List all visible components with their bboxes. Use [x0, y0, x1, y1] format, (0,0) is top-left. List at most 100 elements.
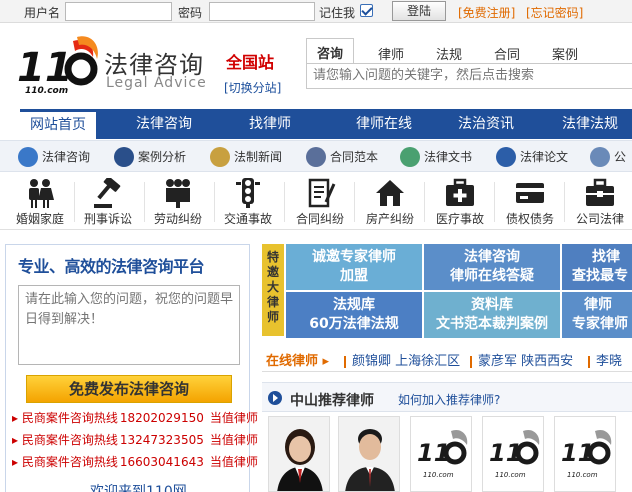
publish-consult-button[interactable]: 免费发布法律咨询 — [26, 375, 232, 403]
subnav-more[interactable]: 公 — [590, 146, 626, 168]
hotline-tag: 当值律师 — [209, 455, 258, 469]
site-header: 11 110.com 法律咨询 Legal Advice 全国站 [切换分站] … — [0, 23, 632, 107]
username-input[interactable] — [65, 2, 172, 21]
nav-laws[interactable]: 法律法规 — [548, 109, 632, 139]
subnav-legal-consult[interactable]: 法律咨询 — [18, 146, 90, 168]
lawyer-photo-placeholder[interactable]: 11 110.com — [482, 416, 544, 492]
logo-110-icon: 11110.com — [555, 417, 615, 491]
site-logo[interactable]: 11 110.com — [15, 35, 105, 96]
recommend-lawyers-header: 中山推荐律师 如何加入推荐律师? — [262, 382, 632, 412]
feature-tile-invite[interactable]: 诚邀专家律师 加盟 — [286, 244, 422, 290]
subnav-case-analysis[interactable]: 案例分析 — [114, 146, 186, 168]
nav-home[interactable]: 网站首页 — [20, 109, 96, 139]
category-bar: 婚姻家庭 刑事诉讼 劳动纠纷 交通事故 合同纠纷 房产纠纷 医疗事故 债权债务 … — [0, 174, 632, 230]
recommend-title: 中山推荐律师 — [290, 393, 374, 409]
category-marriage[interactable]: 婚姻家庭 — [4, 174, 76, 230]
category-medical[interactable]: 医疗事故 — [424, 174, 496, 230]
nav-lawyer-online[interactable]: 律师在线 — [336, 109, 432, 139]
hotline-label: 民商案件咨询热线 — [21, 411, 118, 425]
search-tabs: 咨询 律师 法规 合同 案例 — [306, 38, 632, 64]
search-tab-law[interactable]: 法规 — [436, 44, 462, 63]
play-icon: ▸ — [322, 354, 330, 369]
online-title-text: 在线律师 — [266, 354, 319, 369]
feature-tile-consult[interactable]: 法律咨询 律师在线答疑 — [424, 244, 560, 290]
forgot-password-link[interactable]: [忘记密码] — [526, 4, 583, 21]
search-input[interactable] — [307, 64, 627, 86]
join-recommend-link[interactable]: 如何加入推荐律师? — [398, 391, 500, 408]
main-nav: 网站首页 法律咨询 找律师 律师在线 法治资讯 法律法规 — [20, 109, 632, 139]
category-debt[interactable]: 债权债务 — [494, 174, 566, 230]
register-link[interactable]: [免费注册] — [458, 4, 515, 21]
svg-text:110.com: 110.com — [567, 471, 598, 479]
lawyer-avatar-icon — [339, 417, 399, 491]
remember-checkbox[interactable] — [360, 4, 373, 17]
sub-nav: 法律咨询 案例分析 法制新闻 合同范本 法律文书 法律论文 公 — [0, 140, 632, 172]
lawyer-photo[interactable] — [268, 416, 330, 492]
tile-line1: 法规库 — [333, 297, 375, 313]
category-label: 公司法律 — [575, 212, 624, 226]
subnav-contract-templates[interactable]: 合同范本 — [306, 146, 378, 168]
hotline-tag: 当值律师 — [209, 411, 258, 425]
pen-icon — [400, 146, 420, 167]
online-lawyer-name: 蒙彦军 陕西西安 — [478, 354, 574, 369]
category-traffic[interactable]: 交通事故 — [212, 174, 284, 230]
login-button[interactable]: 登陆 — [392, 1, 446, 21]
online-lawyer-item[interactable]: 蒙彦军 陕西西安 — [470, 350, 573, 369]
search-tab-contract[interactable]: 合同 — [494, 44, 520, 63]
traffic-light-icon — [236, 178, 260, 208]
hotline-number: 16603041643 — [119, 455, 204, 469]
side-label-text: 特邀大律师 — [266, 250, 279, 324]
search-tab-case[interactable]: 案例 — [552, 44, 578, 63]
hotline-row[interactable]: ▸ 民商案件咨询热线 13247323505 当值律师 — [12, 431, 258, 448]
switch-station-link[interactable]: [切换分站] — [224, 79, 281, 96]
category-criminal[interactable]: 刑事诉讼 — [72, 174, 144, 230]
search-tab-lawyer[interactable]: 律师 — [378, 44, 404, 63]
online-lawyers-bar: 在线律师 ▸ 颜锦卿 上海徐汇区 蒙彦军 陕西西安 李晓 — [262, 344, 632, 372]
hotline-label: 民商案件咨询热线 — [21, 433, 118, 447]
feature-tile-resources[interactable]: 资料库 文书范本裁判案例 — [424, 292, 560, 338]
feature-tile-lawyer[interactable]: 律师 专家律师 — [562, 292, 632, 338]
category-label: 交通事故 — [223, 212, 272, 226]
category-label: 刑事诉讼 — [83, 212, 132, 226]
nav-find-lawyer[interactable]: 找律师 — [232, 109, 308, 139]
subnav-legal-papers[interactable]: 法律论文 — [496, 146, 568, 168]
edit-icon — [590, 146, 610, 167]
category-contract[interactable]: 合同纠纷 — [284, 174, 356, 230]
category-labor[interactable]: 劳动纠纷 — [142, 174, 214, 230]
online-lawyer-name: 李晓 — [596, 354, 623, 369]
hotline-row[interactable]: ▸ 民商案件咨询热线 18202029150 当值律师 — [12, 409, 258, 426]
question-textarea[interactable] — [18, 285, 240, 365]
medical-kit-icon — [446, 178, 474, 206]
logo-110-icon: 11110.com — [411, 417, 471, 491]
subnav-label: 法律咨询 — [42, 150, 91, 164]
subnav-label: 公 — [614, 150, 627, 164]
family-icon — [29, 179, 54, 208]
consult-panel: 专业、高效的法律咨询平台 免费发布法律咨询 ▸ 民商案件咨询热线18202029… — [5, 244, 258, 492]
subnav-label: 法律文书 — [424, 150, 473, 164]
subnav-legal-docs[interactable]: 法律文书 — [400, 146, 472, 168]
online-lawyer-name: 颜锦卿 上海徐汇区 — [352, 354, 461, 369]
category-company[interactable]: 公司法律 — [564, 174, 632, 230]
hotline-row[interactable]: ▸ 民商案件咨询热线 16603041643 当值律师 — [12, 453, 258, 470]
category-label: 房产纠纷 — [365, 212, 414, 226]
subnav-legal-news[interactable]: 法制新闻 — [210, 146, 282, 168]
nav-legal-news[interactable]: 法治资讯 — [442, 109, 530, 139]
online-lawyer-item[interactable]: 李晓 — [588, 350, 622, 369]
password-input[interactable] — [209, 2, 315, 21]
book-icon — [496, 146, 516, 167]
category-label: 婚姻家庭 — [15, 212, 64, 226]
category-property[interactable]: 房产纠纷 — [354, 174, 426, 230]
lawyer-photo[interactable] — [338, 416, 400, 492]
search-tab-consult[interactable]: 咨询 — [306, 38, 355, 64]
nav-legal-consult[interactable]: 法律咨询 — [120, 109, 208, 139]
invited-lawyer-label: 特邀大律师 — [262, 244, 284, 336]
lawyer-photo-placeholder[interactable]: 11 110.com — [554, 416, 616, 492]
lawyer-photo-placeholder[interactable]: 11 110.com — [410, 416, 472, 492]
tile-line1: 找律 — [592, 249, 620, 265]
category-label: 劳动纠纷 — [153, 212, 202, 226]
tile-line2: 律师在线答疑 — [450, 268, 534, 284]
lawyer-photo-row: 11 110.com 11 110.com 11 110.com — [262, 416, 632, 492]
feature-tile-find[interactable]: 找律 查找最专 — [562, 244, 632, 290]
online-lawyer-item[interactable]: 颜锦卿 上海徐汇区 — [344, 350, 460, 369]
feature-tile-laws[interactable]: 法规库 60万法律法规 — [286, 292, 422, 338]
